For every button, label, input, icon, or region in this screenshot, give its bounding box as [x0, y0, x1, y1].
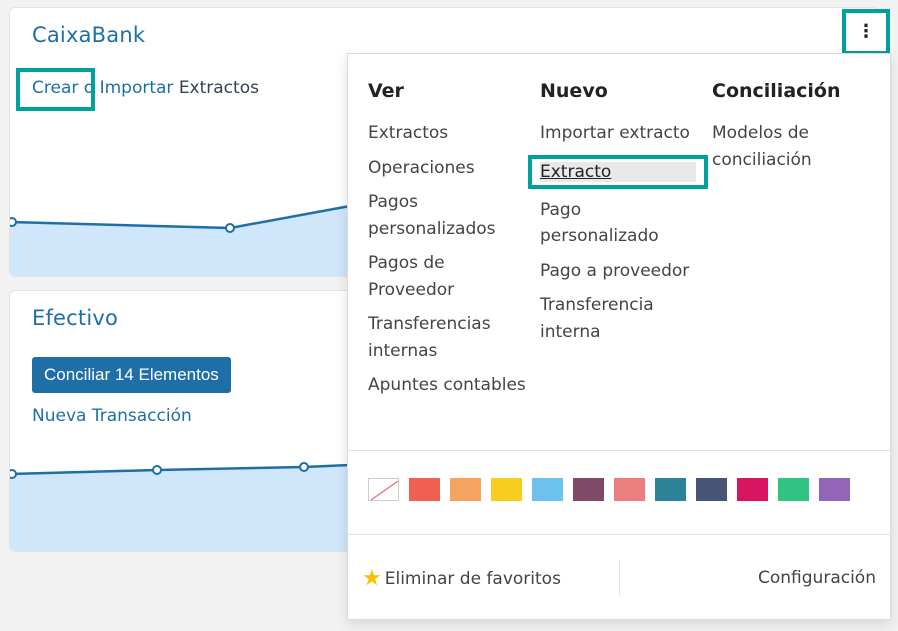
menu-item-transferencias-internas[interactable]: Transferencias internas: [368, 311, 528, 364]
card-actions: Crear o Importar Extractos: [32, 78, 259, 98]
menu-item-extracto-highlight: Extracto: [528, 154, 708, 189]
menu-item-apuntes-contables[interactable]: Apuntes contables: [368, 372, 528, 399]
settings-link[interactable]: Configuración: [758, 568, 876, 588]
menu-heading-conciliacion: Conciliación: [712, 80, 841, 102]
graph-point: [225, 223, 235, 233]
kebab-menu-icon[interactable]: ⋮: [846, 13, 886, 51]
color-swatch[interactable]: [778, 478, 809, 501]
menu-item-extracto[interactable]: Extracto: [540, 161, 696, 182]
new-transaction-link[interactable]: Nueva Transacción: [32, 406, 192, 426]
menu-divider: [348, 534, 890, 535]
color-swatch[interactable]: [819, 478, 850, 501]
footer-separator: [619, 560, 620, 596]
color-swatch[interactable]: [573, 478, 604, 501]
color-picker: [368, 478, 860, 501]
menu-item-extracto-label: Extracto: [540, 161, 612, 182]
menu-column-conciliacion: Conciliación Modelos de conciliación: [712, 80, 882, 181]
menu-item-pagos-proveedor[interactable]: Pagos de Proveedor: [368, 250, 528, 303]
star-icon: ★: [362, 566, 382, 591]
actions-separator: o: [83, 78, 95, 98]
journal-title[interactable]: Efectivo: [32, 306, 118, 330]
graph-point: [152, 465, 162, 475]
menu-divider: [348, 450, 890, 451]
color-swatch-none[interactable]: [368, 478, 399, 501]
graph-point: [299, 462, 309, 472]
menu-item-pago-proveedor[interactable]: Pago a proveedor: [540, 258, 700, 285]
actions-suffix: Extractos: [178, 78, 259, 98]
create-link[interactable]: Crear: [32, 78, 78, 98]
remove-favorite-label: Eliminar de favoritos: [384, 568, 561, 589]
graph-area: [10, 465, 350, 551]
menu-item-operaciones[interactable]: Operaciones: [368, 155, 528, 182]
color-swatch[interactable]: [655, 478, 686, 501]
journal-dropdown-menu: Ver Extractos Operaciones Pagos personal…: [347, 53, 891, 620]
kebab-menu-button[interactable]: ⋮: [842, 9, 890, 55]
color-swatch[interactable]: [614, 478, 645, 501]
menu-item-modelos-conciliacion[interactable]: Modelos de conciliación: [712, 120, 882, 173]
color-swatch[interactable]: [532, 478, 563, 501]
graph-point: [10, 469, 17, 479]
menu-heading-ver: Ver: [368, 80, 404, 102]
color-swatch[interactable]: [409, 478, 440, 501]
menu-item-transferencia-interna[interactable]: Transferencia interna: [540, 292, 700, 345]
menu-heading-nuevo: Nuevo: [540, 80, 608, 102]
import-link[interactable]: Importar: [100, 78, 174, 98]
reconcile-button[interactable]: Conciliar 14 Elementos: [32, 357, 231, 393]
menu-item-extractos[interactable]: Extractos: [368, 120, 528, 147]
menu-column-nuevo: Nuevo Importar extracto Extracto Pago pe…: [528, 80, 708, 353]
menu-column-ver: Ver Extractos Operaciones Pagos personal…: [368, 80, 528, 407]
color-swatch[interactable]: [696, 478, 727, 501]
menu-item-pago-personalizado[interactable]: Pago personalizado: [540, 197, 700, 250]
menu-item-importar-extracto[interactable]: Importar extracto: [540, 120, 700, 147]
graph-point: [10, 217, 17, 227]
menu-item-pagos-personalizados[interactable]: Pagos personalizados: [368, 189, 528, 242]
color-swatch[interactable]: [737, 478, 768, 501]
remove-favorite-button[interactable]: ★ Eliminar de favoritos: [362, 566, 561, 591]
color-swatch[interactable]: [450, 478, 481, 501]
color-swatch[interactable]: [491, 478, 522, 501]
journal-title[interactable]: CaixaBank: [32, 23, 145, 47]
